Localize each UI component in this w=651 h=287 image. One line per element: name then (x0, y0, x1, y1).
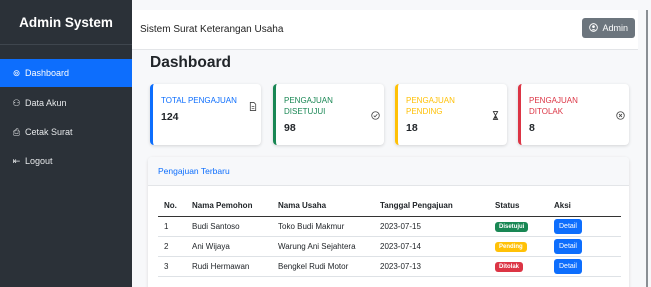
cell-status: Pending (489, 236, 548, 257)
recent-applications-panel: Pengajuan Terbaru No. Nama Pemohon Nama … (148, 157, 629, 287)
sidebar-item-label: Cetak Surat (25, 127, 73, 137)
stat-card-label: PENGAJUAN PENDING (406, 96, 455, 116)
status-badge: Ditolak (495, 261, 524, 272)
sidebar-item-label: Dashboard (25, 68, 70, 78)
cell-nama-pemohon: Rudi Hermawan (186, 256, 272, 277)
cell-tanggal: 2023-07-13 (374, 256, 489, 277)
column-header: Status (489, 196, 548, 217)
cell-nama-usaha: Warung Ani Sejahtera (272, 236, 374, 257)
table-row: 1 Budi Santoso Toko Budi Makmur 2023-07-… (158, 216, 621, 237)
cell-nama-usaha: Bengkel Rudi Motor (272, 256, 374, 277)
app-title: Sistem Surat Keterangan Usaha (140, 24, 284, 35)
cell-aksi: Detail (548, 216, 621, 237)
printer-icon: ⎙ (12, 126, 21, 137)
app-root: Admin System ⊚ Dashboard ⚇ Data Akun ⎙ C… (0, 0, 651, 287)
cell-no: 2 (158, 236, 186, 257)
cell-nama-pemohon: Ani Wijaya (186, 236, 272, 257)
stat-card-label: PENGAJUAN DITOLAK (529, 96, 578, 116)
column-header: Nama Usaha (272, 196, 374, 217)
column-header: Nama Pemohon (186, 196, 272, 217)
stat-card-value: 8 (529, 122, 535, 134)
logout-icon: ⇤ (12, 155, 21, 166)
status-badge: Pending (495, 241, 527, 252)
page-title: Dashboard (150, 54, 231, 71)
stat-card-pending: PENGAJUAN PENDING 18 (395, 84, 507, 145)
cell-nama-usaha: Toko Budi Makmur (272, 216, 374, 237)
brand-title: Admin System (19, 14, 113, 30)
column-header: No. (158, 196, 186, 217)
stat-card-label: TOTAL PENGAJUAN (161, 96, 237, 105)
stat-card-value: 124 (161, 111, 179, 123)
table-row: 2 Ani Wijaya Warung Ani Sejahtera 2023-0… (158, 236, 621, 257)
user-circle-icon (589, 22, 599, 34)
cell-status: Ditolak (489, 256, 548, 277)
detail-button[interactable]: Detail (554, 238, 582, 254)
check-circle-icon (371, 111, 380, 122)
detail-button[interactable]: Detail (554, 258, 582, 274)
column-header: Aksi (548, 196, 621, 217)
stat-card-total: TOTAL PENGAJUAN 124 (150, 84, 261, 145)
dashboard-icon: ⊚ (12, 67, 21, 78)
window-edge (646, 10, 648, 287)
table-header-row: No. Nama Pemohon Nama Usaha Tanggal Peng… (158, 196, 621, 217)
sidebar-item-dashboard[interactable]: ⊚ Dashboard (0, 59, 132, 87)
sidebar-item-label: Logout (25, 156, 53, 166)
stat-card-label: PENGAJUAN DISETUJUI (284, 96, 333, 116)
document-icon (249, 102, 257, 113)
admin-user-button[interactable]: Admin (582, 18, 635, 38)
panel-header: Pengajuan Terbaru (148, 157, 629, 186)
stat-card-value: 18 (406, 122, 418, 134)
x-circle-icon (616, 111, 625, 122)
applications-table: No. Nama Pemohon Nama Usaha Tanggal Peng… (158, 196, 621, 277)
sidebar-item-data-akun[interactable]: ⚇ Data Akun (0, 90, 132, 116)
hourglass-icon (492, 111, 499, 122)
stat-card-value: 98 (284, 122, 296, 134)
sidebar-item-cetak-surat[interactable]: ⎙ Cetak Surat (0, 119, 132, 145)
sidebar-divider (0, 44, 132, 45)
sidebar-item-logout[interactable]: ⇤ Logout (0, 148, 132, 174)
cell-tanggal: 2023-07-14 (374, 236, 489, 257)
cell-no: 3 (158, 256, 186, 277)
stat-card-rejected: PENGAJUAN DITOLAK 8 (518, 84, 629, 145)
sidebar: Admin System ⊚ Dashboard ⚇ Data Akun ⎙ C… (0, 0, 132, 287)
detail-button[interactable]: Detail (554, 218, 582, 234)
topbar: Sistem Surat Keterangan Usaha Admin (132, 10, 638, 50)
column-header: Tanggal Pengajuan (374, 196, 489, 217)
status-badge: Disetujui (495, 221, 529, 232)
cell-aksi: Detail (548, 236, 621, 257)
table-row: 3 Rudi Hermawan Bengkel Rudi Motor 2023-… (158, 256, 621, 277)
users-icon: ⚇ (12, 97, 21, 108)
sidebar-item-label: Data Akun (25, 98, 67, 108)
cell-status: Disetujui (489, 216, 548, 237)
cell-no: 1 (158, 216, 186, 237)
cell-nama-pemohon: Budi Santoso (186, 216, 272, 237)
cell-aksi: Detail (548, 256, 621, 277)
cell-tanggal: 2023-07-15 (374, 216, 489, 237)
stat-card-approved: PENGAJUAN DISETUJUI 98 (273, 84, 384, 145)
admin-user-label: Admin (602, 23, 628, 33)
